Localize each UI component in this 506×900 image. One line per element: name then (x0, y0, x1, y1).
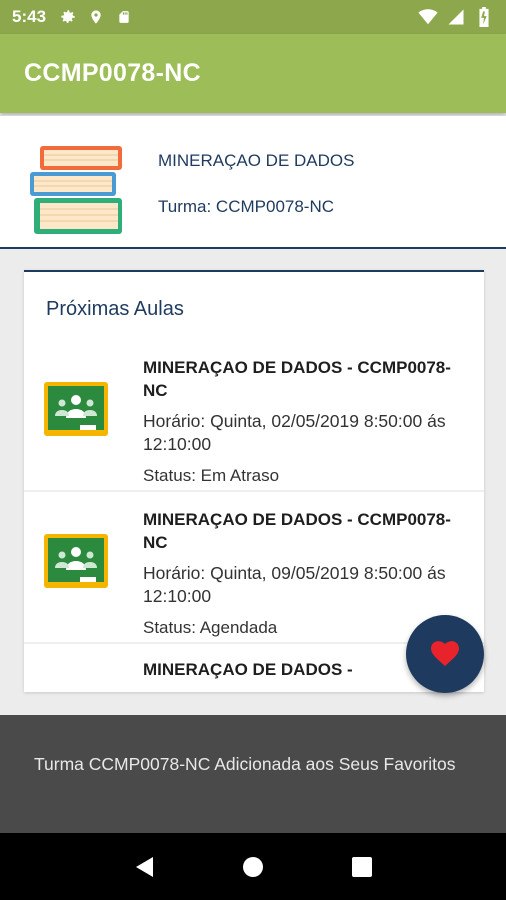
list-item[interactable]: MINERAÇAO DE DADOS - CCMP0078-NC Horário… (24, 342, 484, 492)
recents-icon[interactable] (347, 852, 377, 882)
home-icon[interactable] (238, 852, 268, 882)
books-icon (30, 146, 125, 236)
wifi-icon (418, 7, 438, 27)
favorite-button[interactable] (406, 615, 484, 693)
lesson-time: Horário: Quinta, 02/05/2019 8:50:00 ás 1… (143, 411, 446, 454)
sd-card-icon (114, 7, 134, 27)
location-icon (86, 7, 106, 27)
lesson-time: Horário: Quinta, 09/05/2019 8:50:00 ás 1… (143, 563, 446, 606)
snackbar-message: Turma CCMP0078-NC Adicionada aos Seus Fa… (34, 754, 456, 774)
class-label: Turma: CCMP0078-NC (158, 197, 335, 216)
app-bar: CCMP0078-NC (0, 34, 506, 113)
lesson-title: MINERAÇAO DE DADOS - CCMP0078-NC (143, 510, 451, 552)
app-bar-title: CCMP0078-NC (24, 59, 201, 87)
section-title: Próximas Aulas (46, 298, 184, 320)
navigation-bar (0, 833, 506, 900)
battery-icon (474, 7, 494, 27)
list-item[interactable]: MINERAÇAO DE DADOS - CCMP0078-NC Horário… (24, 494, 484, 644)
signal-icon (446, 7, 466, 27)
lesson-status: Status: Agendada (143, 618, 278, 637)
status-bar: 5:43 (0, 0, 506, 34)
status-time: 5:43 (12, 7, 47, 26)
snackbar: Turma CCMP0078-NC Adicionada aos Seus Fa… (0, 715, 506, 833)
course-header: MINERAÇAO DE DADOS Turma: CCMP0078-NC (0, 116, 506, 249)
back-icon[interactable] (129, 852, 159, 882)
gear-icon (58, 7, 78, 27)
course-name: MINERAÇAO DE DADOS (158, 151, 355, 170)
classroom-icon (44, 382, 108, 438)
heart-icon (429, 637, 461, 672)
lesson-title: MINERAÇAO DE DADOS - CCMP0078-NC (143, 358, 451, 400)
lesson-status: Status: Em Atraso (143, 466, 280, 485)
classroom-icon (44, 534, 108, 590)
